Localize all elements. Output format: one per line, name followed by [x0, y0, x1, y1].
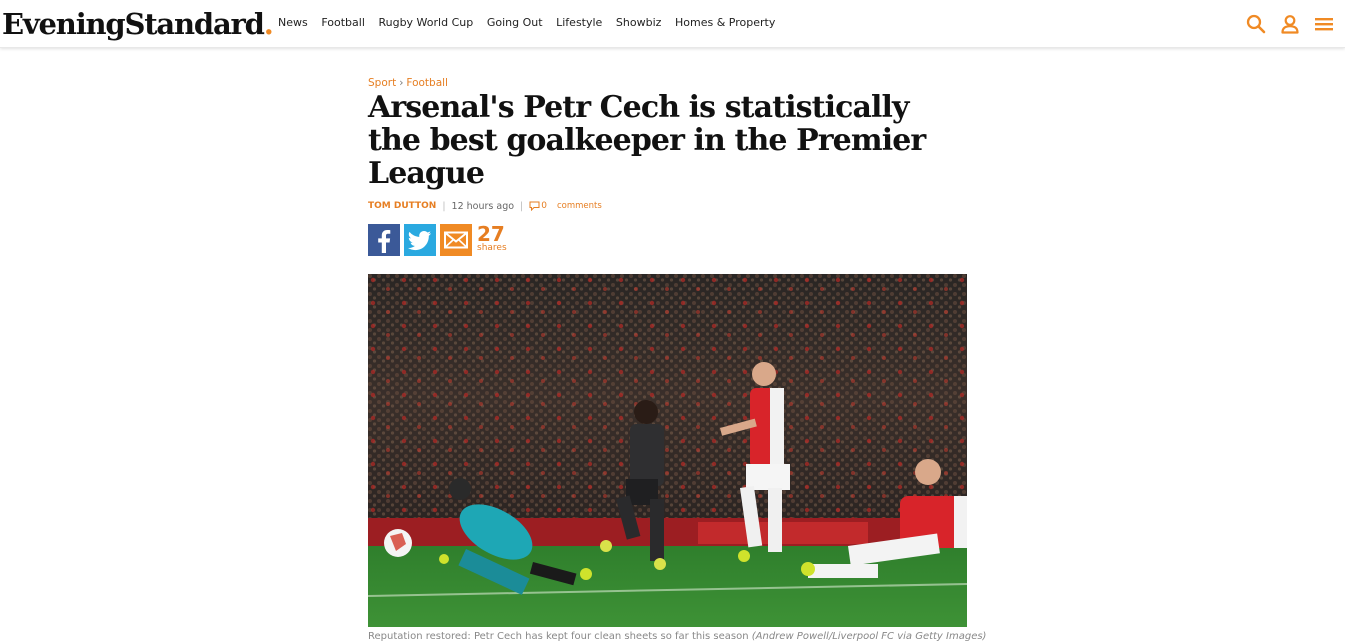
breadcrumb: Sport › Football [368, 76, 968, 90]
facebook-icon[interactable] [368, 224, 400, 256]
email-icon[interactable] [440, 224, 472, 256]
nav-item-homes-property[interactable]: Homes & Property [675, 16, 775, 29]
byline-divider: | [442, 200, 446, 212]
article-hero-image[interactable] [368, 274, 967, 627]
article: Sport › Football Arsenal's Petr Cech is st… [368, 76, 986, 642]
nav-item-going-out[interactable]: Going Out [487, 16, 543, 29]
caption-credit: (Andrew Powell/Liverpool FC via Getty Im… [751, 631, 987, 642]
image-caption: Reputation restored: Petr Cech has kept … [368, 631, 986, 642]
breadcrumb-sport[interactable]: Sport [368, 77, 396, 89]
author-link[interactable]: TOM DUTTON [368, 201, 436, 211]
byline: TOM DUTTON | 12 hours ago | 0 comments [368, 198, 968, 214]
nav-item-news[interactable]: News [278, 16, 308, 29]
share-count-label: shares [477, 243, 507, 253]
share-count: 27 shares [477, 224, 507, 253]
comment-icon [529, 201, 540, 211]
nav-item-rugby-world-cup[interactable]: Rugby World Cup [378, 16, 473, 29]
main-nav: News Football Rugby World Cup Going Out … [278, 16, 789, 29]
share-count-number: 27 [477, 222, 505, 246]
twitter-icon[interactable] [404, 224, 436, 256]
user-icon[interactable] [1279, 13, 1301, 35]
byline-divider: | [520, 200, 524, 212]
menu-icon[interactable] [1313, 13, 1335, 35]
comments-link[interactable]: 0 comments [529, 201, 602, 211]
publish-time: 12 hours ago [451, 200, 515, 212]
comments-count: 0 [541, 201, 547, 211]
nav-item-showbiz[interactable]: Showbiz [616, 16, 662, 29]
comments-label: comments [556, 201, 602, 211]
share-bar: 27 shares [368, 224, 968, 256]
site-logo[interactable]: EveningStandard. [2, 7, 274, 41]
site-header: EveningStandard. News Football Rugby Wor… [0, 0, 1345, 48]
search-icon[interactable] [1245, 13, 1267, 35]
nav-item-lifestyle[interactable]: Lifestyle [556, 16, 602, 29]
breadcrumb-separator: › [399, 77, 404, 89]
header-actions [1245, 13, 1335, 35]
article-headline: Arsenal's Petr Cech is statistically the… [368, 90, 926, 191]
breadcrumb-football[interactable]: Football [406, 77, 448, 89]
nav-item-football[interactable]: Football [321, 16, 365, 29]
caption-text: Reputation restored: Petr Cech has kept … [368, 631, 749, 642]
